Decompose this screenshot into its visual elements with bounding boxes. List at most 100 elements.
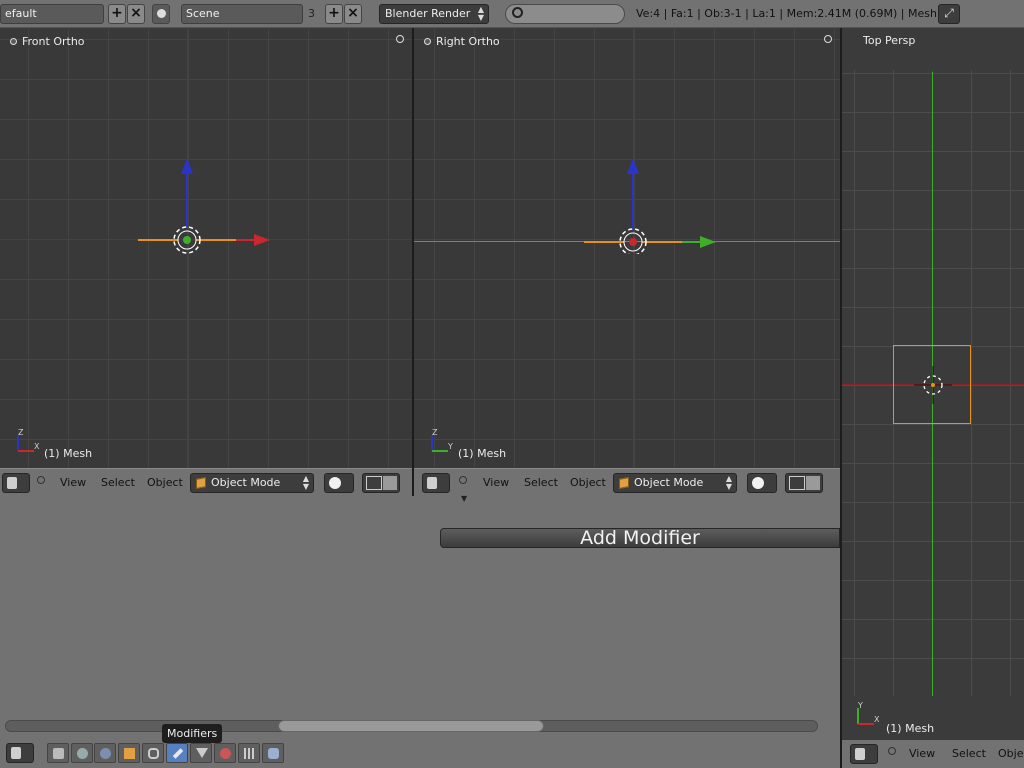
screen-layout-field[interactable]: efault	[0, 4, 104, 24]
tab-modifiers[interactable]	[166, 743, 188, 763]
render-engine-select[interactable]: Blender Render ▲ ▼	[379, 4, 489, 24]
tab-material[interactable]	[214, 743, 236, 763]
editor-type-button[interactable]	[850, 744, 878, 764]
mesh-data-icon	[196, 748, 208, 758]
texture-icon	[244, 748, 255, 759]
viewport-top-persp[interactable]: Top Persp Y X (1) Mesh	[842, 28, 1024, 768]
updown-arrows-icon: ▲ ▼	[477, 5, 484, 22]
tab-render-layers[interactable]	[71, 743, 93, 763]
viewport-plus-icon[interactable]	[824, 35, 832, 43]
menu-select[interactable]: Select	[524, 476, 558, 489]
collapse-menu-icon[interactable]	[459, 476, 467, 484]
pivot-icon	[366, 476, 382, 490]
scene-icon	[100, 748, 111, 759]
view3d-header-right: View Select Object Object Mode ▲ ▼	[414, 468, 840, 496]
tab-texture[interactable]	[238, 743, 260, 763]
solid-shading-icon	[329, 477, 341, 489]
viewport-title: Right Ortho	[424, 35, 500, 48]
viewport-title: Top Persp	[863, 34, 916, 47]
transform-manipulator[interactable]	[130, 154, 280, 254]
remove-layout-button[interactable]: ×	[127, 4, 145, 24]
viewport-shading-select[interactable]	[747, 473, 777, 493]
viewport-options-icon[interactable]	[10, 38, 17, 45]
mode-select[interactable]: Object Mode ▲ ▼	[613, 473, 737, 493]
area-divider[interactable]	[412, 28, 414, 496]
tooltip: Modifiers	[162, 724, 223, 743]
camera-icon	[53, 748, 64, 759]
editor-type-icon	[11, 747, 21, 759]
editor-type-icon	[427, 477, 437, 489]
editor-type-icon	[855, 748, 865, 760]
mode-select[interactable]: Object Mode ▲ ▼	[190, 473, 314, 493]
mode-label: Object Mode	[634, 476, 704, 489]
svg-text:Z: Z	[432, 428, 438, 437]
layer-icon	[806, 476, 820, 490]
layer-icon	[383, 476, 397, 490]
menu-view[interactable]: View	[60, 476, 86, 489]
scene-name-field[interactable]: Scene	[181, 4, 303, 24]
scene-icon	[156, 9, 166, 18]
tab-render[interactable]	[47, 743, 69, 763]
info-header: efault + × Scene 3 + × Blender Render ▲ ▼…	[0, 0, 1024, 28]
transform-manipulator[interactable]	[576, 154, 726, 254]
tab-object[interactable]	[142, 743, 164, 763]
object-mode-icon	[196, 477, 206, 489]
scene-stats: Ve:4 | Fa:1 | Ob:3-1 | La:1 | Mem:2.41M …	[636, 7, 937, 20]
viewport-shading-select[interactable]	[324, 473, 354, 493]
material-icon	[220, 748, 231, 759]
viewport-front-ortho[interactable]: Front Ortho Z X (1) Mesh	[0, 29, 412, 468]
updown-arrows-icon: ▲ ▼	[725, 474, 732, 491]
tab-physics[interactable]	[262, 743, 284, 763]
collapse-menu-icon[interactable]	[888, 747, 896, 755]
physics-icon	[268, 748, 279, 759]
menu-view[interactable]: View	[909, 747, 935, 760]
menu-view[interactable]: View	[483, 476, 509, 489]
fullscreen-button[interactable]: ⤢	[938, 4, 960, 24]
mode-label: Object Mode	[211, 476, 281, 489]
axis-gizmo-icon: Z Y	[431, 428, 453, 452]
viewport-right-ortho[interactable]: Right Ortho Z Y (1) Mesh	[414, 29, 840, 468]
tab-scene[interactable]	[94, 743, 116, 763]
editor-type-button[interactable]	[6, 743, 34, 763]
wrench-icon	[172, 748, 184, 759]
axis-gizmo-icon: Y X	[857, 701, 880, 725]
viewport-title-area: Top Persp	[842, 28, 1024, 68]
tab-data[interactable]	[190, 743, 212, 763]
panel-collapse-arrow-icon[interactable]: ▼	[461, 494, 467, 503]
editor-type-button[interactable]	[2, 473, 30, 493]
3d-cursor-icon	[914, 366, 952, 404]
pivot-snap-buttons[interactable]	[362, 473, 400, 493]
object-mode-icon	[619, 477, 629, 489]
menu-select[interactable]: Select	[952, 747, 986, 760]
active-object-label: (1) Mesh	[458, 447, 507, 460]
updown-arrows-icon: ▲ ▼	[302, 474, 309, 491]
menu-select[interactable]: Select	[101, 476, 135, 489]
svg-text:X: X	[34, 442, 40, 451]
pivot-snap-buttons[interactable]	[785, 473, 823, 493]
collapse-menu-icon[interactable]	[37, 476, 45, 484]
editor-type-button[interactable]	[422, 473, 450, 493]
link-icon	[148, 748, 159, 759]
solid-shading-icon	[752, 477, 764, 489]
fullscreen-icon: ⤢	[944, 6, 954, 20]
scene-browse-button[interactable]	[152, 4, 170, 24]
add-scene-button[interactable]: +	[325, 4, 343, 24]
active-object-label: (1) Mesh	[886, 722, 935, 735]
remove-scene-button[interactable]: ×	[344, 4, 362, 24]
active-object-label: (1) Mesh	[44, 447, 93, 460]
viewport-plus-icon[interactable]	[396, 35, 404, 43]
menu-object[interactable]: Objec	[998, 747, 1024, 760]
search-icon	[512, 7, 523, 18]
scrollbar-thumb[interactable]	[278, 720, 544, 732]
svg-text:Y: Y	[447, 442, 453, 451]
viewport-options-icon[interactable]	[424, 38, 431, 45]
menu-object[interactable]: Object	[570, 476, 606, 489]
editor-type-icon	[7, 477, 17, 489]
add-layout-button[interactable]: +	[108, 4, 126, 24]
world-icon	[124, 748, 135, 759]
add-modifier-button[interactable]: Add Modifier	[440, 528, 840, 548]
view3d-header-front: View Select Object Object Mode ▲ ▼	[0, 468, 412, 496]
tab-world[interactable]	[118, 743, 140, 763]
search-field[interactable]	[505, 4, 625, 24]
menu-object[interactable]: Object	[147, 476, 183, 489]
